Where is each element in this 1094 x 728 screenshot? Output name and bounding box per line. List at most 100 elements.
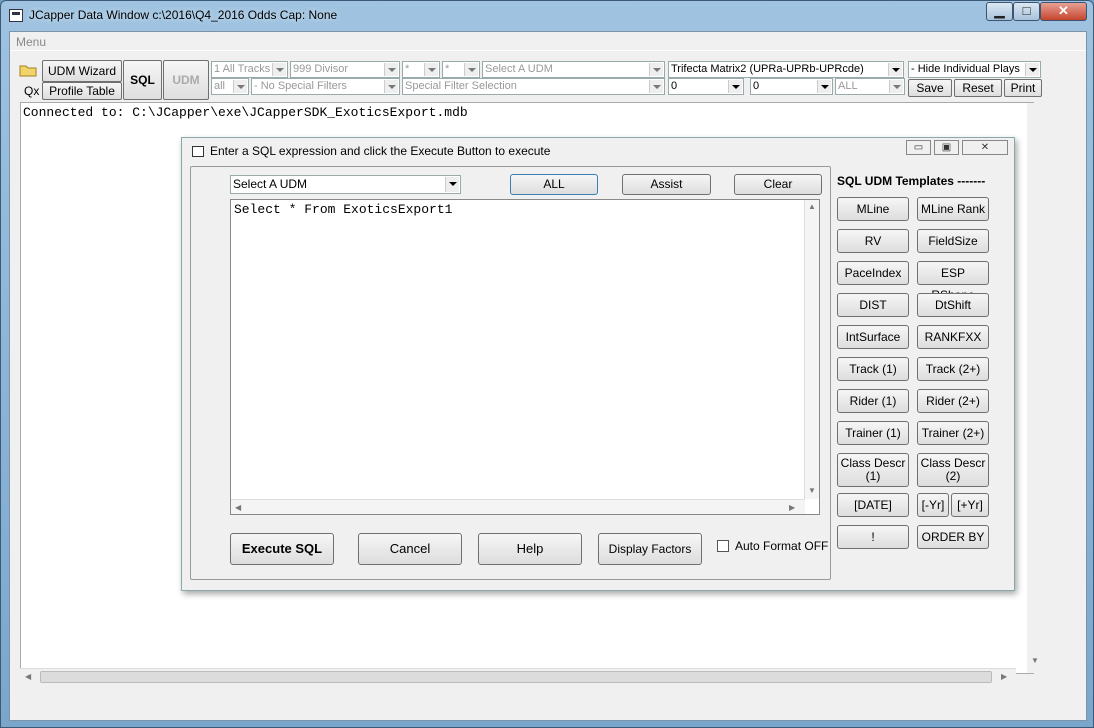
horizontal-scrollbar[interactable]: ◀ ▶ bbox=[20, 668, 1016, 685]
chevron-down-icon bbox=[889, 80, 903, 93]
udm-wizard-button[interactable]: UDM Wizard bbox=[42, 60, 122, 82]
scroll-left-icon[interactable]: ◀ bbox=[235, 503, 241, 512]
template-class-descr2-button[interactable]: Class Descr (2) bbox=[917, 453, 989, 487]
maximize-button[interactable]: □ bbox=[1013, 2, 1040, 21]
scroll-up-icon[interactable]: ▲ bbox=[808, 202, 816, 211]
zero-select-1[interactable]: 0 bbox=[668, 78, 744, 95]
assist-button[interactable]: Assist bbox=[622, 174, 711, 195]
template-trainer2-button[interactable]: Trainer (2+) bbox=[917, 421, 989, 445]
template-rider2-button[interactable]: Rider (2+) bbox=[917, 389, 989, 413]
chevron-down-icon bbox=[888, 63, 902, 76]
template-dist-button[interactable]: DIST bbox=[837, 293, 909, 317]
template-track1-button[interactable]: Track (1) bbox=[837, 357, 909, 381]
menu-item[interactable]: Menu bbox=[16, 35, 46, 49]
qx-label[interactable]: Qx bbox=[24, 84, 39, 98]
chevron-down-icon bbox=[1025, 63, 1039, 76]
star-select-2[interactable]: * bbox=[442, 61, 480, 78]
chevron-down-icon bbox=[445, 177, 459, 192]
template-class-descr1-button[interactable]: Class Descr (1) bbox=[837, 453, 909, 487]
app-icon bbox=[9, 9, 23, 22]
title-bar: JCapper Data Window c:\2016\Q4_2016 Odds… bbox=[1, 1, 1094, 31]
template-minus-yr-button[interactable]: [-Yr] bbox=[917, 493, 949, 517]
vertical-scrollbar[interactable]: ▼ bbox=[1027, 103, 1042, 673]
all-caps-select[interactable]: ALL bbox=[835, 78, 905, 95]
template-fieldsize-button[interactable]: FieldSize bbox=[917, 229, 989, 253]
zero-value-1: 0 bbox=[671, 80, 678, 92]
menu-bar: Menu bbox=[10, 32, 1086, 51]
template-plus-yr-button[interactable]: [+Yr] bbox=[951, 493, 989, 517]
chevron-down-icon bbox=[649, 80, 663, 93]
reset-button[interactable]: Reset bbox=[954, 79, 1002, 97]
editor-vertical-scrollbar[interactable]: ▲ ▼ bbox=[804, 200, 819, 499]
chevron-down-icon bbox=[424, 63, 438, 76]
template-rv-button[interactable]: RV bbox=[837, 229, 909, 253]
dialog-maximize-button[interactable]: ▣ bbox=[934, 140, 959, 155]
profile-table-button[interactable]: Profile Table bbox=[42, 82, 122, 100]
folder-icon[interactable] bbox=[19, 63, 37, 77]
auto-format-label: Auto Format OFF bbox=[735, 539, 829, 553]
minimize-button[interactable]: ▁ bbox=[986, 2, 1013, 21]
connection-status: Connected to: C:\JCapper\exe\JCapperSDK_… bbox=[23, 105, 468, 120]
dialog-icon bbox=[192, 146, 204, 157]
print-button[interactable]: Print bbox=[1004, 79, 1042, 97]
close-button[interactable]: ✕ bbox=[1040, 2, 1087, 21]
star-value-1: * bbox=[405, 63, 410, 75]
save-button[interactable]: Save bbox=[908, 79, 952, 97]
clear-button[interactable]: Clear bbox=[734, 174, 822, 195]
trifecta-select[interactable]: Trifecta Matrix2 (UPRa-UPRb-UPRcde) bbox=[668, 61, 904, 78]
hide-plays-select[interactable]: - Hide Individual Plays bbox=[908, 61, 1041, 78]
hide-plays-value: - Hide Individual Plays bbox=[911, 63, 1020, 75]
all-value: all bbox=[214, 80, 226, 92]
template-rider1-button[interactable]: Rider (1) bbox=[837, 389, 909, 413]
special-filters-select[interactable]: - No Special Filters bbox=[251, 78, 400, 95]
template-track2-button[interactable]: Track (2+) bbox=[917, 357, 989, 381]
chevron-down-icon bbox=[384, 80, 398, 93]
window-title: JCapper Data Window c:\2016\Q4_2016 Odds… bbox=[29, 8, 338, 22]
chevron-down-icon bbox=[464, 63, 478, 76]
dialog-close-button[interactable]: ✕ bbox=[962, 140, 1008, 155]
chevron-down-icon bbox=[233, 80, 247, 93]
scrollbar-thumb[interactable] bbox=[40, 671, 992, 683]
scroll-right-icon[interactable]: ▶ bbox=[789, 503, 795, 512]
scroll-left-icon[interactable]: ◀ bbox=[25, 672, 31, 681]
divisor-value: 999 Divisor bbox=[293, 63, 349, 75]
divisor-select[interactable]: 999 Divisor bbox=[290, 61, 400, 78]
execute-sql-button[interactable]: Execute SQL bbox=[230, 533, 334, 565]
template-trainer1-button[interactable]: Trainer (1) bbox=[837, 421, 909, 445]
template-date-button[interactable]: [DATE] bbox=[837, 493, 909, 517]
auto-format-checkbox[interactable] bbox=[717, 540, 729, 552]
template-order-by-button[interactable]: ORDER BY bbox=[917, 525, 989, 549]
template-dtshift-button[interactable]: DtShift bbox=[917, 293, 989, 317]
template-rankfxx-button[interactable]: RANKFXX bbox=[917, 325, 989, 349]
display-factors-button[interactable]: Display Factors bbox=[598, 533, 702, 565]
sql-editor[interactable]: Select * From ExoticsExport1 ▲ ▼ ◀ ▶ bbox=[230, 199, 820, 515]
cancel-button[interactable]: Cancel bbox=[358, 533, 462, 565]
template-mline-button[interactable]: MLine bbox=[837, 197, 909, 221]
template-paceindex-button[interactable]: PaceIndex bbox=[837, 261, 909, 285]
udm-select[interactable]: Select A UDM bbox=[482, 61, 665, 78]
special-filter-selection-select[interactable]: Special Filter Selection bbox=[402, 78, 665, 95]
class-descr2-line2: (2) bbox=[945, 469, 961, 483]
all-button[interactable]: ALL bbox=[510, 174, 598, 195]
all-select[interactable]: all bbox=[211, 78, 249, 95]
trifecta-value: Trifecta Matrix2 (UPRa-UPRb-UPRcde) bbox=[671, 63, 864, 75]
editor-horizontal-scrollbar[interactable]: ◀ ▶ bbox=[231, 499, 805, 514]
dialog-minimize-button[interactable]: ▭ bbox=[906, 140, 931, 155]
udm-select-value: Select A UDM bbox=[485, 63, 553, 75]
star-select-1[interactable]: * bbox=[402, 61, 440, 78]
help-button[interactable]: Help bbox=[478, 533, 582, 565]
template-esp-rshape-button[interactable]: ESP RShape bbox=[917, 261, 989, 302]
dialog-udm-select[interactable]: Select A UDM bbox=[230, 175, 461, 194]
star-value-2: * bbox=[445, 63, 450, 75]
template-mline-rank-button[interactable]: MLine Rank bbox=[917, 197, 989, 221]
template-bang-button[interactable]: ! bbox=[837, 525, 909, 549]
udm-button[interactable]: UDM bbox=[163, 60, 209, 100]
scroll-down-icon[interactable]: ▼ bbox=[808, 486, 816, 495]
zero-select-2[interactable]: 0 bbox=[750, 78, 833, 95]
scroll-down-icon[interactable]: ▼ bbox=[1031, 656, 1039, 665]
sql-button[interactable]: SQL bbox=[123, 60, 162, 100]
scroll-right-icon[interactable]: ▶ bbox=[1001, 672, 1007, 681]
chevron-down-icon bbox=[384, 63, 398, 76]
template-intsurface-button[interactable]: IntSurface bbox=[837, 325, 909, 349]
tracks-select[interactable]: 1 All Tracks bbox=[211, 61, 288, 78]
